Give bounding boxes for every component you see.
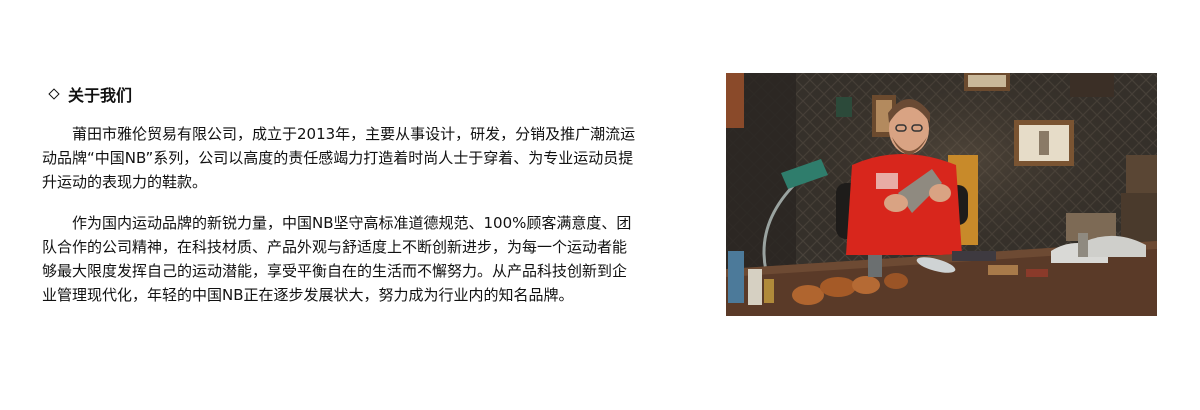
section-title: 关于我们 [68,86,133,105]
shoemaker-workshop-image [726,73,1157,316]
intro-paragraph: 莆田市雅伦贸易有限公司，成立于2013年，主要从事设计，研发，分销及推广潮流运动… [42,125,636,191]
mission-paragraph: 作为国内运动品牌的新锐力量，中国NB坚守高标准道德规范、100%顾客满意度、团队… [42,214,632,304]
about-section: 关于我们 莆田市雅伦贸易有限公司，成立于2013年，主要从事设计，研发，分销及推… [42,82,642,307]
workshop-photo [726,73,1157,316]
section-heading: 关于我们 [42,82,642,106]
diamond-bullet-icon [48,88,60,100]
